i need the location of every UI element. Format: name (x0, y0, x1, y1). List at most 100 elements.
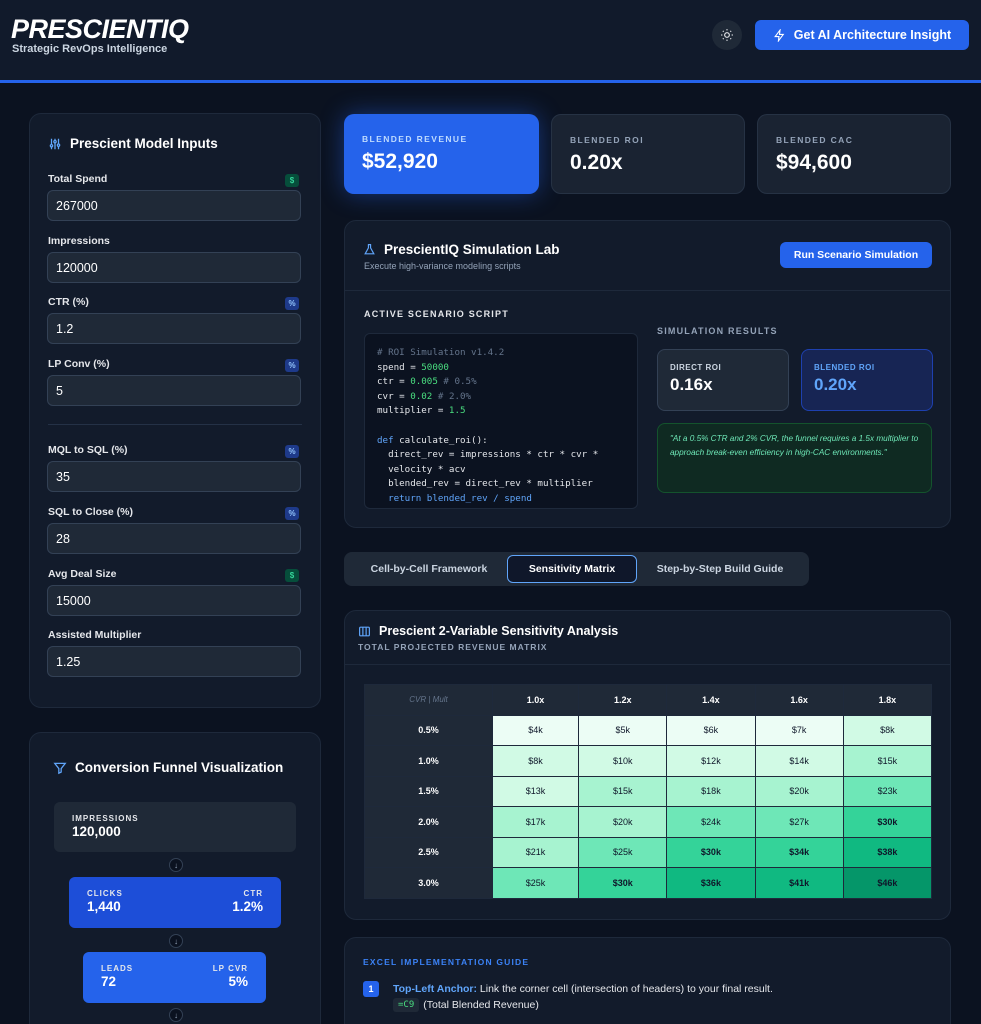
ai-insight-button[interactable]: Get AI Architecture Insight (755, 20, 969, 50)
code-token: # 2.0% (432, 390, 472, 402)
kpi-blended-cac: BLENDED CAC $94,600 (757, 114, 951, 194)
code-line: blended_rev = direct_rev * multiplier (377, 478, 593, 490)
direct-roi-value: 0.16x (670, 375, 713, 394)
matrix-cell: $7k (754, 714, 844, 746)
matrix-cell: $20k (754, 775, 844, 807)
field-input[interactable] (47, 252, 301, 283)
matrix-cell: $13k (491, 775, 580, 807)
kpi-label: BLENDED REVENUE (362, 134, 468, 144)
code-token: 0.02 (410, 390, 433, 402)
matrix-cell: $10k (578, 745, 668, 777)
percent-badge: % (285, 359, 299, 372)
field-input[interactable] (47, 585, 301, 616)
code-token: cvr = (377, 390, 411, 402)
script-heading: ACTIVE SCENARIO SCRIPT (364, 309, 509, 319)
tab-sensitivity-matrix[interactable]: Sensitivity Matrix (507, 555, 637, 583)
matrix-row-header: 0.5% (364, 714, 493, 746)
matrix-corner: CVR | Mult (364, 684, 493, 716)
matrix-cell: $38k (842, 836, 933, 868)
matrix-cell: $41k (754, 867, 844, 899)
code-line: return blended_rev / spend (377, 492, 532, 504)
field-input[interactable] (47, 313, 301, 344)
blended-roi-card: BLENDED ROI 0.20x (801, 349, 933, 411)
matrix-title: Prescient 2-Variable Sensitivity Analysi… (358, 624, 618, 638)
columns-icon (359, 626, 370, 636)
matrix-col-header: 1.0x (491, 684, 580, 716)
field-label: Total Spend (48, 173, 108, 185)
matrix-row: 0.5% $4k $5k $6k $7k $8k (364, 714, 933, 746)
field-input[interactable] (47, 461, 301, 492)
funnel-clicks: CLICKS 1,440 CTR 1.2% (69, 877, 281, 928)
matrix-cell: $23k (842, 775, 933, 807)
step-description: Link the corner cell (intersection of he… (476, 983, 773, 995)
field-label: CTR (%) (48, 296, 89, 308)
field-label: Assisted Multiplier (48, 629, 142, 641)
field-input[interactable] (47, 523, 301, 554)
percent-badge: % (285, 507, 299, 520)
guide-step-text: Top-Left Anchor: Link the corner cell (i… (393, 983, 773, 995)
ctr-metric: CTR 1.2% (232, 889, 263, 914)
matrix-cell: $30k (842, 806, 933, 838)
formula-note: (Total Blended Revenue) (423, 999, 539, 1011)
filter-icon (53, 762, 67, 774)
matrix-row-header: 3.0% (364, 867, 493, 899)
percent-badge: % (285, 297, 299, 310)
code-token: ctr = (377, 376, 411, 388)
matrix-cell: $25k (578, 836, 668, 868)
field-input[interactable] (47, 375, 301, 406)
guide-heading: EXCEL IMPLEMENTATION GUIDE (363, 957, 530, 967)
matrix-cell: $12k (666, 745, 756, 777)
matrix-cell: $8k (842, 714, 933, 746)
field-label: SQL to Close (%) (48, 506, 133, 518)
simulation-insight-quote: "At a 0.5% CTR and 2% CVR, the funnel re… (657, 423, 932, 493)
matrix-row: 2.5% $21k $25k $30k $34k $38k (364, 836, 933, 868)
funnel-title-text: Conversion Funnel Visualization (75, 760, 284, 775)
matrix-title-text: Prescient 2-Variable Sensitivity Analysi… (379, 624, 619, 638)
run-simulation-button[interactable]: Run Scenario Simulation (780, 242, 932, 268)
impressions-value: 120,000 (72, 824, 121, 839)
theme-toggle-button[interactable] (712, 20, 742, 50)
field-input[interactable] (47, 646, 301, 677)
matrix-col-header: 1.6x (754, 684, 844, 716)
code-token: 50000 (421, 361, 449, 373)
formula-chip: =C9 (393, 998, 420, 1012)
step-number: 1 (363, 981, 379, 997)
field-label: LP Conv (%) (48, 358, 110, 370)
guide-step-formula: =C9 (Total Blended Revenue) (393, 998, 539, 1012)
results-heading: SIMULATION RESULTS (657, 326, 778, 336)
model-inputs-title-text: Prescient Model Inputs (70, 136, 218, 151)
step-title: Top-Left Anchor: (393, 983, 477, 995)
matrix-header-row: CVR | Mult 1.0x 1.2x 1.4x 1.6x 1.8x (364, 684, 933, 716)
ctr-value: 1.2% (232, 899, 263, 914)
funnel-title: Conversion Funnel Visualization (53, 760, 283, 775)
matrix-cell: $30k (578, 867, 668, 899)
matrix-col-header: 1.8x (842, 684, 933, 716)
matrix-row: 1.5% $13k $15k $18k $20k $23k (364, 775, 933, 807)
blended-roi-label: BLENDED ROI (814, 363, 875, 372)
matrix-cell: $36k (666, 867, 756, 899)
matrix-row: 2.0% $17k $20k $24k $27k $30k (364, 806, 933, 838)
code-token: spend = (377, 361, 422, 373)
flask-icon (364, 244, 375, 255)
view-tabs: Cell-by-Cell Framework Sensitivity Matri… (344, 552, 809, 586)
matrix-subtitle: TOTAL PROJECTED REVENUE MATRIX (358, 642, 548, 652)
direct-roi-label: DIRECT ROI (670, 363, 722, 372)
lab-title-text: PrescientIQ Simulation Lab (384, 242, 560, 257)
brand-logo: PRESCIENTIQ (11, 14, 189, 44)
arrow-down-icon: ↓ (169, 1008, 183, 1022)
ctr-label: CTR (243, 889, 263, 898)
matrix-row-header: 2.5% (364, 836, 493, 868)
matrix-cell: $27k (754, 806, 844, 838)
inputs-divider (48, 424, 302, 425)
tab-cell-by-cell[interactable]: Cell-by-Cell Framework (350, 555, 508, 583)
sensitivity-matrix-table: CVR | Mult 1.0x 1.2x 1.4x 1.6x 1.8x 0.5% $4k $5… (364, 684, 933, 899)
code-line: velocity * acv (377, 463, 466, 475)
field-label: Impressions (48, 235, 110, 247)
sliders-icon (49, 138, 61, 149)
tab-build-guide[interactable]: Step-by-Step Build Guide (640, 555, 800, 583)
scenario-script-code: # ROI Simulation v1.4.2 spend = 50000 ct… (364, 333, 638, 509)
code-token: calculate_roi(): (393, 434, 488, 446)
matrix-row-header: 1.0% (364, 745, 493, 777)
field-input[interactable] (47, 190, 301, 221)
matrix-cell: $5k (578, 714, 668, 746)
